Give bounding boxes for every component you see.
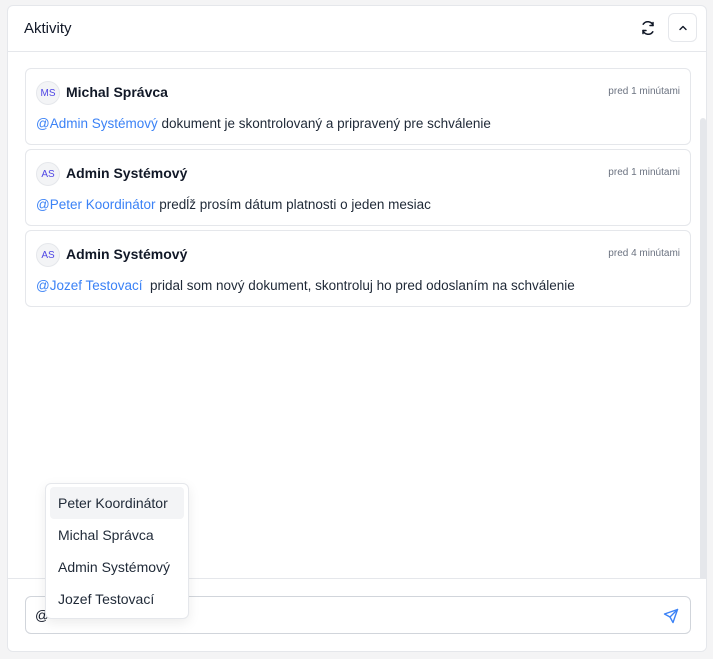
- mention-option[interactable]: Admin Systémový: [50, 551, 184, 583]
- activity-item: AS Admin Systémový pred 4 minútami @Joze…: [25, 230, 691, 307]
- avatar: AS: [36, 162, 60, 186]
- mention-link[interactable]: @Jozef Testovací: [36, 278, 143, 293]
- message-text: predĺž prosím dátum platnosti o jeden me…: [155, 197, 431, 212]
- activity-author: Admin Systémový: [66, 246, 188, 262]
- mention-option[interactable]: Jozef Testovací: [50, 583, 184, 615]
- collapse-button[interactable]: [668, 13, 697, 42]
- refresh-icon: [642, 20, 654, 36]
- send-button[interactable]: [661, 606, 681, 626]
- activity-list: MS Michal Správca pred 1 minútami @Admin…: [25, 68, 691, 311]
- mention-link[interactable]: @Peter Koordinátor: [36, 197, 156, 212]
- scrollbar[interactable]: [700, 118, 706, 588]
- refresh-button[interactable]: [636, 16, 660, 40]
- activity-item: AS Admin Systémový pred 1 minútami @Pete…: [25, 149, 691, 226]
- message-text: pridal som nový dokument, skontroluj ho …: [142, 278, 575, 293]
- activity-time: pred 4 minútami: [608, 248, 680, 259]
- send-icon: [663, 608, 679, 624]
- activity-author: Michal Správca: [66, 84, 168, 100]
- message-text: dokument je skontrolovaný a pripravený p…: [157, 116, 491, 131]
- activity-time: pred 1 minútami: [608, 167, 680, 178]
- avatar: MS: [36, 81, 60, 105]
- avatar: AS: [36, 243, 60, 267]
- activity-author: Admin Systémový: [66, 165, 188, 181]
- activity-time: pred 1 minútami: [608, 86, 680, 97]
- panel-header: Aktivity: [8, 6, 706, 52]
- mention-option[interactable]: Michal Správca: [50, 519, 184, 551]
- activity-message: @Peter Koordinátor predĺž prosím dátum p…: [36, 197, 431, 212]
- chevron-up-icon: [678, 25, 687, 30]
- mention-option[interactable]: Peter Koordinátor: [50, 487, 184, 519]
- activity-message: @Admin Systémový dokument je skontrolova…: [36, 116, 491, 131]
- activity-item: MS Michal Správca pred 1 minútami @Admin…: [25, 68, 691, 145]
- mention-dropdown: Peter Koordinátor Michal Správca Admin S…: [45, 483, 189, 619]
- activity-message: @Jozef Testovací pridal som nový dokumen…: [36, 278, 575, 293]
- mention-link[interactable]: @Admin Systémový: [36, 116, 158, 131]
- panel-title: Aktivity: [24, 20, 72, 37]
